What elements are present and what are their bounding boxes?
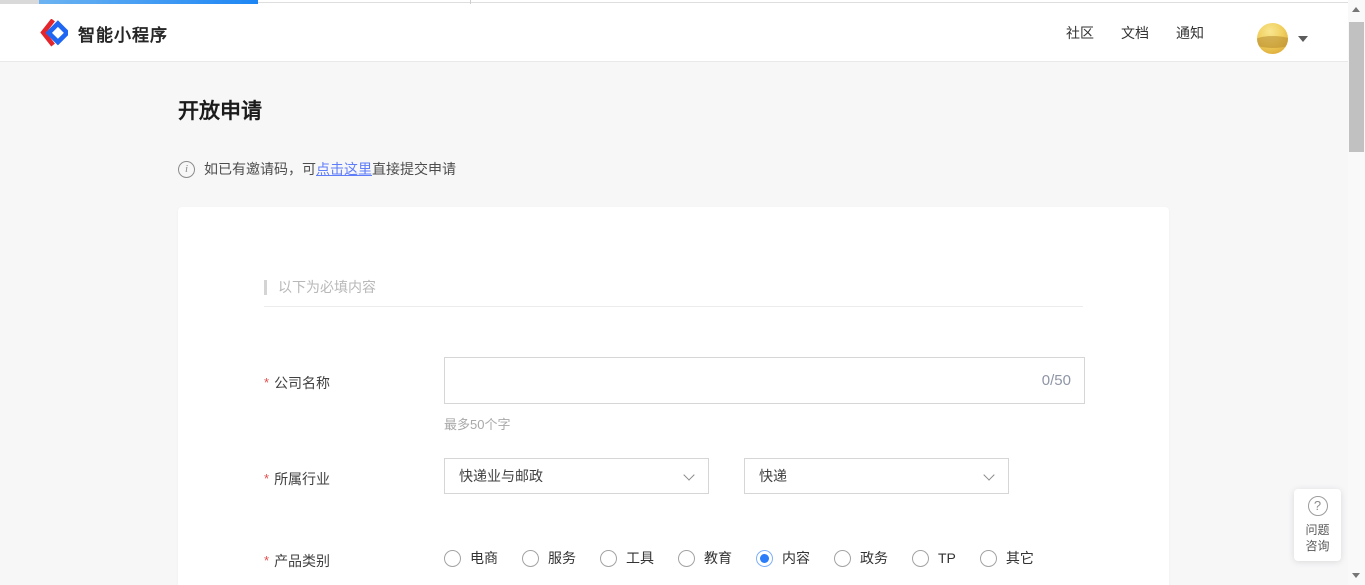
help-label-line1: 问题 bbox=[1305, 523, 1329, 537]
product-category-radio-group: 电商 服务 工具 教育 内容 政务 bbox=[444, 548, 1034, 568]
header-nav: 社区 文档 通知 bbox=[1066, 4, 1204, 62]
radio-icon bbox=[678, 550, 695, 567]
industry-secondary-value: 快递 bbox=[759, 468, 787, 484]
application-form-card: 以下为必填内容 * 公司名称 0/50 最多50个字 * 所属行业 快递业与邮政 快… bbox=[178, 207, 1169, 585]
user-avatar[interactable] bbox=[1257, 23, 1288, 54]
notice-prefix: 如已有邀请码，可 bbox=[204, 161, 316, 177]
info-icon: i bbox=[178, 161, 195, 178]
radio-label: 内容 bbox=[782, 548, 810, 568]
radio-option-service[interactable]: 服务 bbox=[522, 548, 576, 568]
industry-secondary-select[interactable]: 快递 bbox=[744, 458, 1009, 494]
nav-community[interactable]: 社区 bbox=[1066, 23, 1094, 43]
radio-icon bbox=[912, 550, 929, 567]
radio-option-government[interactable]: 政务 bbox=[834, 548, 888, 568]
industry-primary-value: 快递业与邮政 bbox=[459, 468, 543, 484]
radio-icon bbox=[600, 550, 617, 567]
radio-option-other[interactable]: 其它 bbox=[980, 548, 1034, 568]
notice-text: 如已有邀请码，可点击这里直接提交申请 bbox=[204, 159, 456, 179]
company-name-label-text: 公司名称 bbox=[274, 375, 330, 391]
radio-option-tools[interactable]: 工具 bbox=[600, 548, 654, 568]
click-here-link[interactable]: 点击这里 bbox=[316, 161, 372, 177]
radio-option-tp[interactable]: TP bbox=[912, 550, 956, 567]
radio-label: 电商 bbox=[470, 548, 498, 568]
industry-primary-select[interactable]: 快递业与邮政 bbox=[444, 458, 709, 494]
required-asterisk: * bbox=[264, 553, 269, 568]
industry-label-text: 所属行业 bbox=[274, 471, 330, 487]
help-button-label: 问题咨询 bbox=[1305, 522, 1329, 554]
invite-code-notice: i 如已有邀请码，可点击这里直接提交申请 bbox=[178, 159, 456, 179]
section-marker-bar bbox=[264, 280, 267, 295]
brand-logo-text: 智能小程序 bbox=[78, 21, 168, 46]
radio-option-education[interactable]: 教育 bbox=[678, 548, 732, 568]
product-category-label-text: 产品类别 bbox=[274, 553, 330, 569]
help-consult-button[interactable]: ? 问题咨询 bbox=[1294, 489, 1341, 561]
radio-icon bbox=[522, 550, 539, 567]
section-title: 以下为必填内容 bbox=[278, 277, 376, 297]
chevron-down-icon bbox=[983, 469, 994, 480]
radio-option-content[interactable]: 内容 bbox=[756, 548, 810, 568]
scrollbar-up-arrow-icon[interactable] bbox=[1352, 7, 1360, 12]
required-section-header: 以下为必填内容 bbox=[264, 277, 376, 297]
vertical-scrollbar[interactable] bbox=[1348, 0, 1365, 585]
nav-docs[interactable]: 文档 bbox=[1121, 23, 1149, 43]
radio-label: 政务 bbox=[860, 548, 888, 568]
radio-label: 工具 bbox=[626, 548, 654, 568]
industry-label: * 所属行业 bbox=[264, 469, 330, 489]
radio-icon bbox=[834, 550, 851, 567]
radio-icon bbox=[980, 550, 997, 567]
required-asterisk: * bbox=[264, 375, 269, 390]
loading-strip-track-line bbox=[258, 2, 1348, 3]
brand-logo[interactable]: 智能小程序 bbox=[40, 4, 168, 62]
section-divider bbox=[264, 306, 1083, 307]
radio-option-ecommerce[interactable]: 电商 bbox=[444, 548, 498, 568]
scrollbar-thumb[interactable] bbox=[1349, 22, 1364, 152]
help-label-line2: 咨询 bbox=[1305, 539, 1329, 553]
product-category-label: * 产品类别 bbox=[264, 551, 330, 571]
radio-icon-selected bbox=[756, 550, 773, 567]
company-name-helper: 最多50个字 bbox=[444, 414, 510, 433]
notice-suffix: 直接提交申请 bbox=[372, 161, 456, 177]
app-header: 智能小程序 社区 文档 通知 bbox=[0, 4, 1348, 62]
avatar-dropdown-caret-icon[interactable] bbox=[1298, 36, 1308, 42]
radio-label: 教育 bbox=[704, 548, 732, 568]
question-mark-icon: ? bbox=[1308, 496, 1328, 516]
company-name-input[interactable] bbox=[445, 358, 1084, 403]
chevron-down-icon bbox=[683, 469, 694, 480]
scrollbar-down-arrow-icon[interactable] bbox=[1352, 573, 1360, 578]
page-title: 开放申请 bbox=[178, 95, 262, 125]
brand-logo-icon bbox=[40, 19, 68, 47]
company-name-field: 0/50 bbox=[444, 357, 1085, 404]
radio-label: TP bbox=[938, 550, 956, 566]
required-asterisk: * bbox=[264, 471, 269, 486]
nav-notifications[interactable]: 通知 bbox=[1176, 23, 1204, 43]
radio-icon bbox=[444, 550, 461, 567]
radio-label: 服务 bbox=[548, 548, 576, 568]
company-name-label: * 公司名称 bbox=[264, 373, 330, 393]
page: 智能小程序 社区 文档 通知 开放申请 i 如已有邀请码，可点击这里直接提交申请… bbox=[0, 0, 1365, 585]
radio-label: 其它 bbox=[1006, 548, 1034, 568]
